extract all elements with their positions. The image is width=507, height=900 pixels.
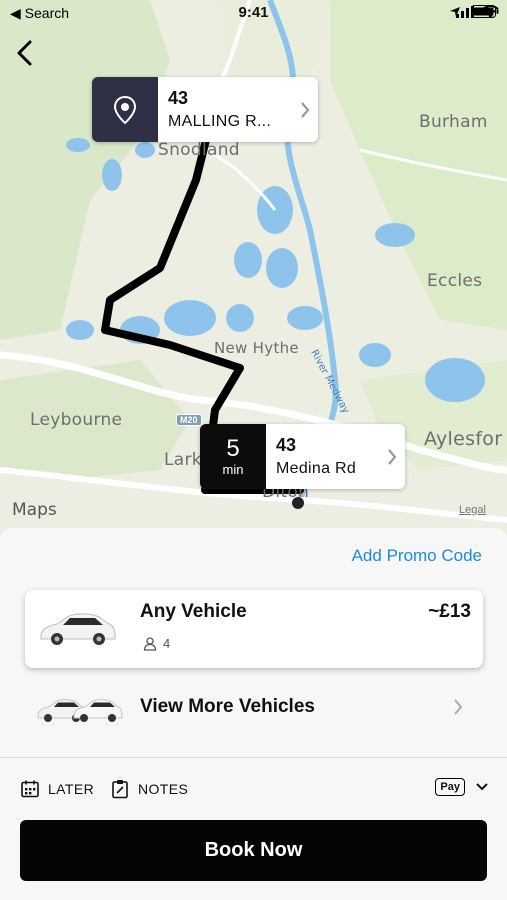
chevron-right-icon [301, 101, 310, 118]
map-label-eccles: Eccles [427, 271, 483, 291]
chevron-down-icon [476, 783, 488, 791]
map-label-new-hythe: New Hythe [214, 339, 299, 357]
view-more-vehicles-label: View More Vehicles [140, 696, 315, 717]
location-pin-icon [113, 95, 137, 124]
eta-box: 5 min [200, 424, 266, 489]
map-label-snodland: Snodland [158, 140, 240, 160]
battery-icon [471, 5, 499, 18]
dropoff-callout[interactable]: 5 min 43 Medina Rd [200, 424, 405, 489]
pickup-callout[interactable]: 43 MALLING R... [92, 77, 318, 142]
later-option[interactable]: LATER [20, 779, 94, 799]
view-more-vehicles-row[interactable]: View More Vehicles [0, 684, 507, 732]
pickup-number: 43 [168, 88, 189, 108]
dropoff-number: 43 [276, 435, 297, 455]
payment-method-selector[interactable]: Pay [435, 778, 489, 796]
eta-unit: min [222, 462, 244, 477]
map-label-aylesford: Aylesfor [424, 428, 503, 450]
map-label-burham: Burham [419, 112, 488, 132]
vehicle-name: Any Vehicle [140, 601, 247, 622]
map-label-larkfield: Lark [164, 450, 202, 470]
cars-icon [37, 699, 123, 722]
notes-icon [112, 780, 128, 799]
status-time: 9:41 [238, 4, 269, 21]
seat-count: 4 [163, 636, 171, 651]
chevron-right-icon [454, 699, 463, 715]
pickup-pin-box [92, 77, 158, 142]
vehicle-option-card[interactable]: Any Vehicle 4 ~£13 [25, 590, 483, 668]
vehicle-price: ~£13 [428, 601, 471, 622]
status-bar: ◀ Search 9:41 [0, 0, 507, 28]
book-now-button[interactable]: Book Now [20, 820, 487, 881]
person-icon [143, 636, 157, 651]
apple-pay-badge: Pay [435, 778, 465, 796]
booking-options-row: LATER NOTES Pay [0, 770, 507, 808]
notes-label: NOTES [138, 781, 189, 797]
car-icon [40, 613, 116, 645]
apple-maps-attribution: Maps [12, 500, 57, 520]
divider [0, 757, 507, 758]
location-arrow-icon [450, 6, 460, 17]
calendar-icon [21, 780, 39, 798]
map-label-leybourne: Leybourne [30, 410, 123, 430]
add-promo-code-link[interactable]: Add Promo Code [352, 546, 482, 566]
vehicle-seats: 4 [143, 636, 170, 651]
notes-option[interactable]: NOTES [110, 779, 188, 799]
back-arrow-icon[interactable] [12, 38, 40, 68]
legal-link[interactable]: Legal [459, 504, 486, 516]
later-label: LATER [48, 781, 95, 797]
chevron-right-icon [388, 448, 397, 465]
road-badge-m20: M20 [176, 414, 202, 426]
dropoff-street: Medina Rd [276, 460, 357, 477]
pickup-street: MALLING R... [168, 113, 272, 130]
eta-value: 5 [226, 435, 240, 462]
